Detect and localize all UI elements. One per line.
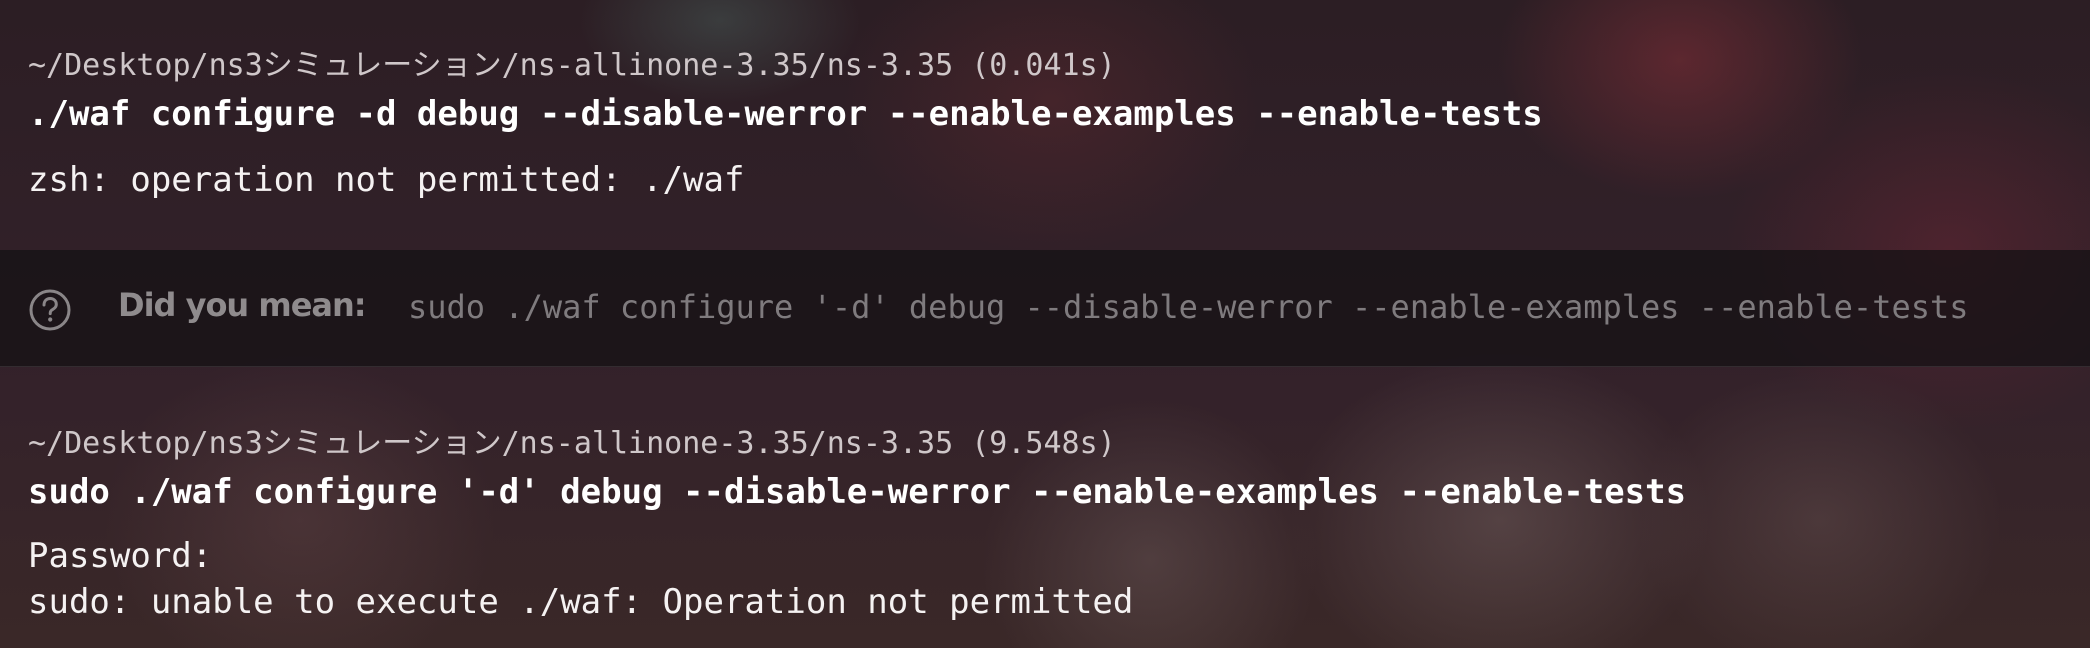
command-block-1[interactable]: ~/Desktop/ns3シミュレーション/ns-allinone-3.35/n… — [0, 0, 2090, 250]
did-you-mean-suggestion[interactable]: Did you mean: sudo ./waf configure '-d' … — [0, 250, 2090, 367]
suggested-command[interactable]: sudo ./waf configure '-d' debug --disabl… — [408, 288, 1969, 326]
help-circle-icon — [28, 288, 72, 332]
command-output-line: zsh: operation not permitted: ./waf — [28, 160, 745, 200]
command-output-line: sudo: unable to execute ./waf: Operation… — [28, 582, 1134, 622]
did-you-mean-label: Did you mean: — [118, 286, 367, 324]
command-output-line: Password: — [28, 536, 213, 576]
command-block-2[interactable]: ~/Desktop/ns3シミュレーション/ns-allinone-3.35/n… — [0, 366, 2090, 648]
prompt-cwd: ~/Desktop/ns3シミュレーション/ns-allinone-3.35/n… — [28, 48, 1116, 83]
prompt-cwd: ~/Desktop/ns3シミュレーション/ns-allinone-3.35/n… — [28, 426, 1116, 461]
command-text: sudo ./waf configure '-d' debug --disabl… — [28, 472, 1687, 512]
command-text: ./waf configure -d debug --disable-werro… — [28, 94, 1543, 134]
